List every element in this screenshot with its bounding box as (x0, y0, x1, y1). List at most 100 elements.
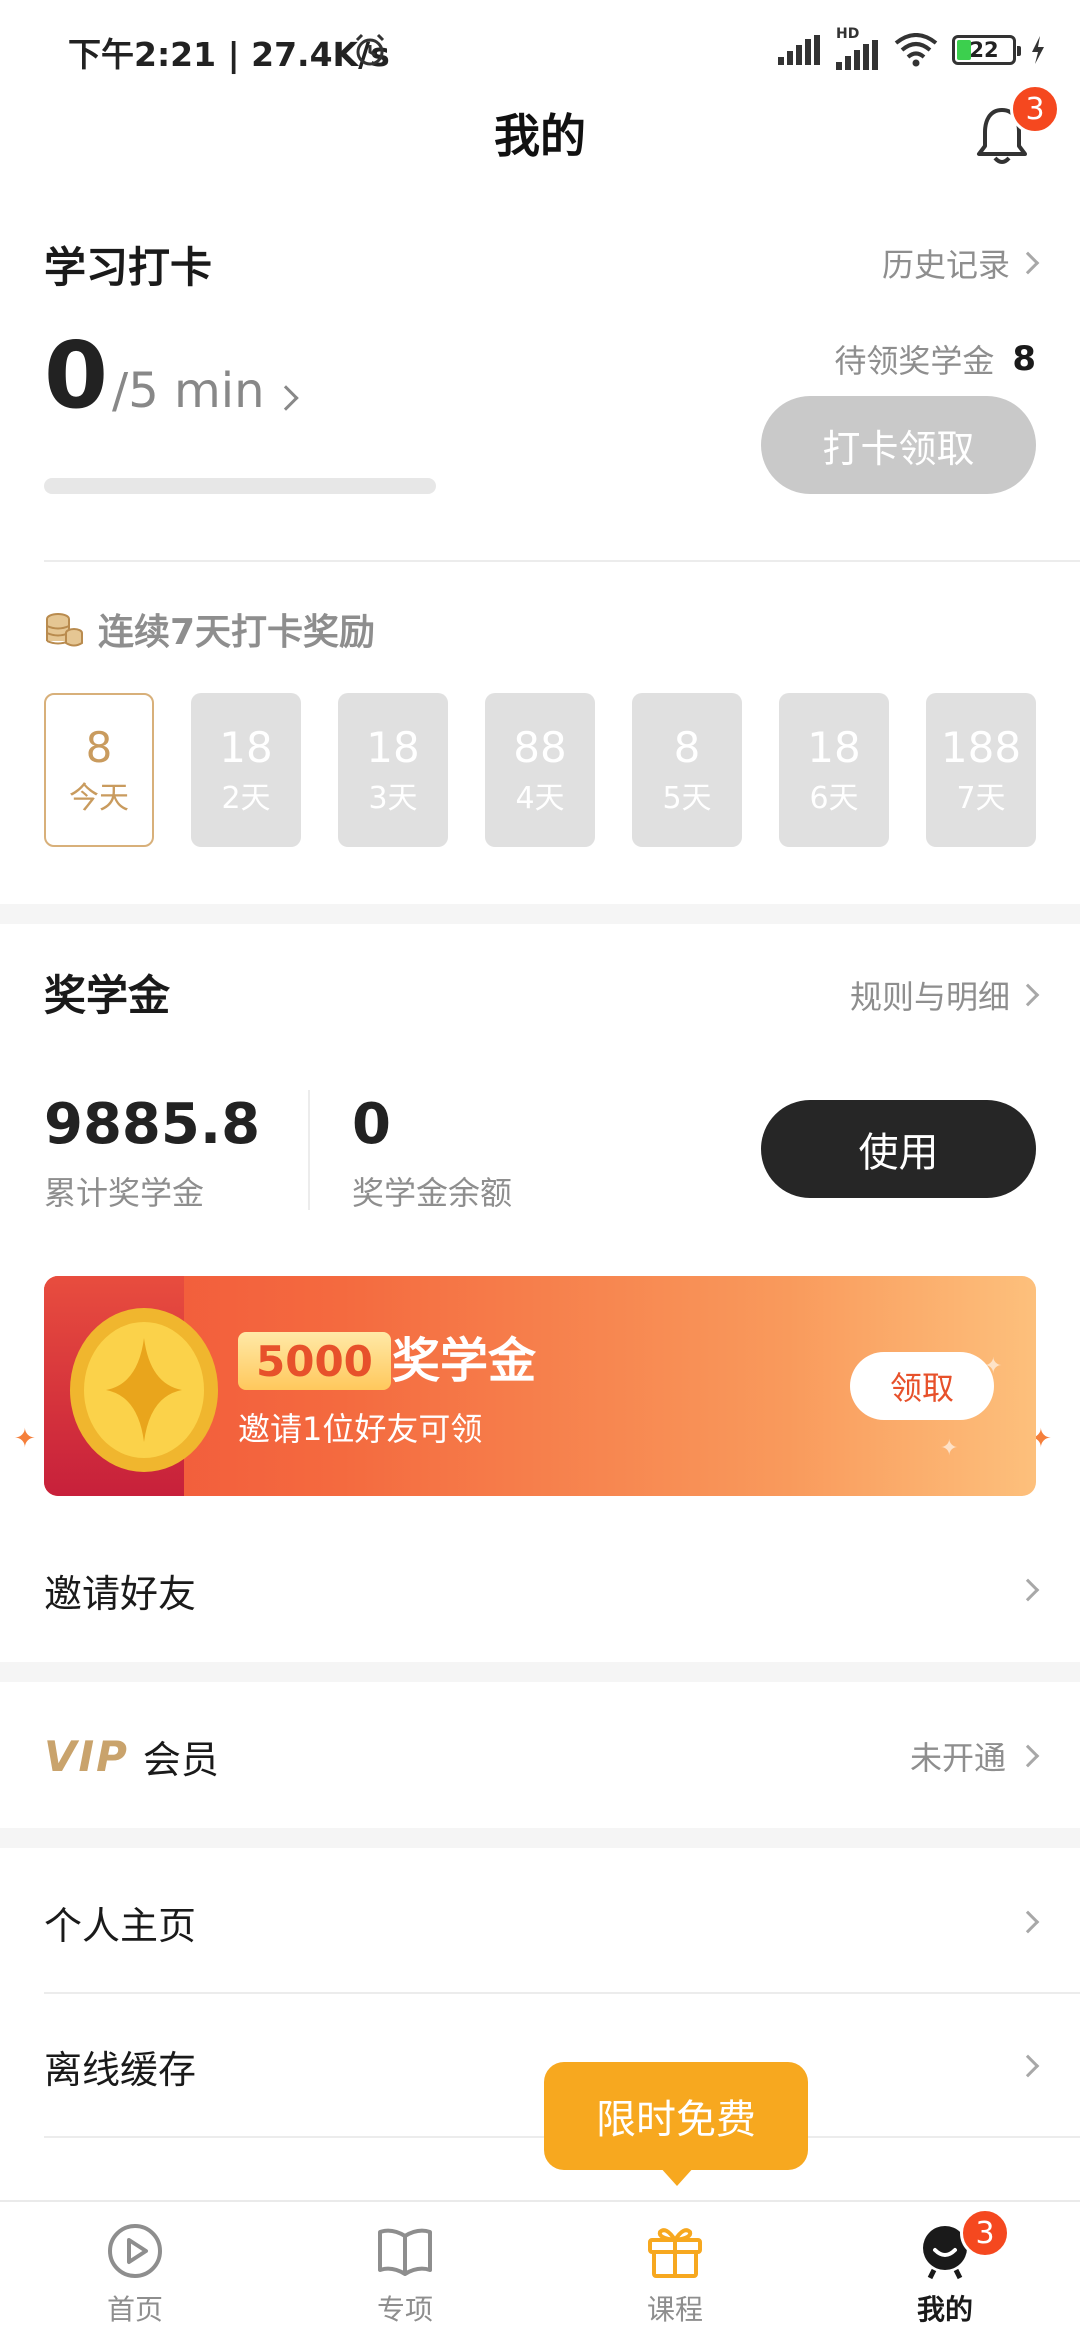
book-icon (378, 2228, 432, 2276)
tab-label: 首页 (106, 2293, 163, 2326)
vip-status: 未开通 (909, 1739, 1006, 1777)
banner-unit: 奖学金 (392, 1333, 537, 1389)
balance-value: 0 (352, 1092, 391, 1157)
streak-title: 连续7天打卡奖励 (44, 603, 375, 655)
streak-day-reward: 18 (807, 722, 861, 772)
vip-row[interactable]: VIP 会员 未开通 (0, 1686, 1080, 1826)
chevron-right-icon (1016, 2054, 1040, 2078)
balance-label: 奖学金余额 (352, 1174, 513, 1212)
section-gap (0, 1828, 1080, 1848)
banner-amount: 5000 (238, 1332, 391, 1390)
tab-bar: 首页 专项 课程 我的 3 (0, 2200, 1080, 2340)
vip-logo: VIP (44, 1731, 129, 1781)
chevron-right-icon (1016, 1744, 1040, 1768)
streak-day-card: 8 今天 (44, 693, 154, 847)
profile-row[interactable]: 个人主页 (0, 1852, 1080, 1992)
pending-value: 8 (1012, 339, 1036, 379)
tab-label: 课程 (646, 2293, 703, 2326)
streak-day-card: 18 3天 (338, 693, 448, 847)
sparkle-icon: ✦ (940, 1436, 959, 1461)
scholarship-title: 奖学金 (44, 971, 171, 1020)
streak-day-reward: 18 (219, 722, 273, 772)
section-gap (0, 904, 1080, 924)
streak-day-reward: 88 (513, 722, 567, 772)
tab-badge: 3 (960, 2208, 1010, 2258)
vertical-divider (308, 1090, 310, 1210)
pending-label: 待领奖学金 (834, 342, 995, 380)
streak-day-reward: 188 (940, 722, 1022, 772)
tab-label: 我的 (916, 2293, 973, 2326)
tab-mine[interactable]: 我的 3 (810, 2202, 1080, 2340)
tab-course[interactable]: 课程 (540, 2202, 810, 2340)
chevron-right-icon (1016, 1578, 1040, 1602)
streak-title-label: 连续7天打卡奖励 (98, 612, 376, 653)
popup-tail (659, 2166, 695, 2186)
vip-label: 会员 (142, 1737, 219, 1782)
status-bar: 下午2:21 | 27.4K/s HD 22 (0, 0, 1080, 96)
streak-day-label: 今天 (69, 781, 129, 817)
invite-friends-row[interactable]: 邀请好友 (0, 1520, 1080, 1660)
notification-badge: 3 (1010, 84, 1060, 134)
streak-day-card: 8 5天 (632, 693, 742, 847)
study-progress-bar (44, 478, 436, 494)
banner-subtitle: 邀请1位好友可领 (238, 1410, 483, 1448)
signal-icon (778, 35, 820, 65)
chevron-right-icon (272, 385, 299, 411)
battery-level: 22 (969, 38, 999, 62)
status-time: 下午2:21 | 27.4K/s (68, 35, 390, 74)
offline-cache-row[interactable]: 离线缓存 (0, 1996, 1080, 2136)
study-minutes[interactable]: 0 /5 min (44, 322, 299, 429)
streak-day-label: 4天 (515, 781, 565, 817)
coins-icon (46, 613, 83, 647)
streak-day-card: 88 4天 (485, 693, 595, 847)
history-link-label: 历史记录 (881, 246, 1010, 284)
divider (44, 1992, 1080, 1994)
hd-signal-icon: HD (836, 26, 880, 70)
invite-friends-label: 邀请好友 (44, 1571, 197, 1616)
current-minutes: 0 (44, 322, 109, 429)
total-scholarship-value: 9885.8 (44, 1092, 261, 1157)
streak-day-label: 7天 (956, 781, 1006, 817)
tab-home[interactable]: 首页 (0, 2202, 270, 2340)
streak-day-reward: 8 (85, 722, 113, 772)
streak-day-label: 5天 (662, 781, 712, 817)
rules-link[interactable]: 规则与明细 (849, 972, 1040, 1018)
use-button[interactable]: 使用 (761, 1100, 1036, 1198)
wifi-icon (894, 33, 938, 67)
chevron-right-icon (1016, 983, 1040, 1007)
battery-icon: 22 (952, 35, 1021, 65)
streak-day-label: 3天 (368, 781, 418, 817)
goal-minutes: /5 min (112, 363, 265, 419)
section-gap (0, 1662, 1080, 1682)
chevron-right-icon (1016, 251, 1040, 275)
checkin-title: 学习打卡 (44, 243, 213, 292)
streak-day-card: 18 6天 (779, 693, 889, 847)
claim-button[interactable]: 领取 (850, 1352, 994, 1420)
tab-label: 专项 (376, 2293, 433, 2326)
invite-banner[interactable]: 5000 奖学金 邀请1位好友可领 ✦ ✦ 领取 (44, 1276, 1036, 1496)
alarm-icon (355, 33, 385, 66)
sparkle-icon: ✦ (14, 1424, 36, 1454)
checkin-claim-button[interactable]: 打卡领取 (761, 396, 1036, 494)
streak-day-label: 6天 (809, 781, 859, 817)
total-scholarship-label: 累计奖学金 (44, 1174, 205, 1212)
divider (44, 560, 1080, 562)
offline-cache-label: 离线缓存 (44, 2047, 197, 2092)
page-title: 我的 (494, 109, 586, 163)
tab-special[interactable]: 专项 (270, 2202, 540, 2340)
streak-day-reward: 18 (366, 722, 420, 772)
limited-free-popup[interactable]: 限时免费 (544, 2062, 808, 2170)
streak-days: 8 今天 18 2天 18 3天 88 4天 8 5天 18 6天 188 7天 (44, 693, 1036, 847)
status-icons: HD 22 (778, 26, 1046, 72)
streak-day-label: 2天 (221, 781, 271, 817)
chevron-right-icon (1016, 1910, 1040, 1934)
streak-day-card: 188 7天 (926, 693, 1036, 847)
history-link[interactable]: 历史记录 (881, 240, 1040, 286)
gold-coin-icon (70, 1308, 218, 1472)
pending-scholarship: 待领奖学金 8 (834, 336, 1036, 382)
rules-link-label: 规则与明细 (849, 978, 1010, 1016)
play-icon (108, 2224, 162, 2278)
streak-day-card: 18 2天 (191, 693, 301, 847)
streak-day-reward: 8 (673, 722, 701, 772)
gift-icon (648, 2228, 702, 2278)
